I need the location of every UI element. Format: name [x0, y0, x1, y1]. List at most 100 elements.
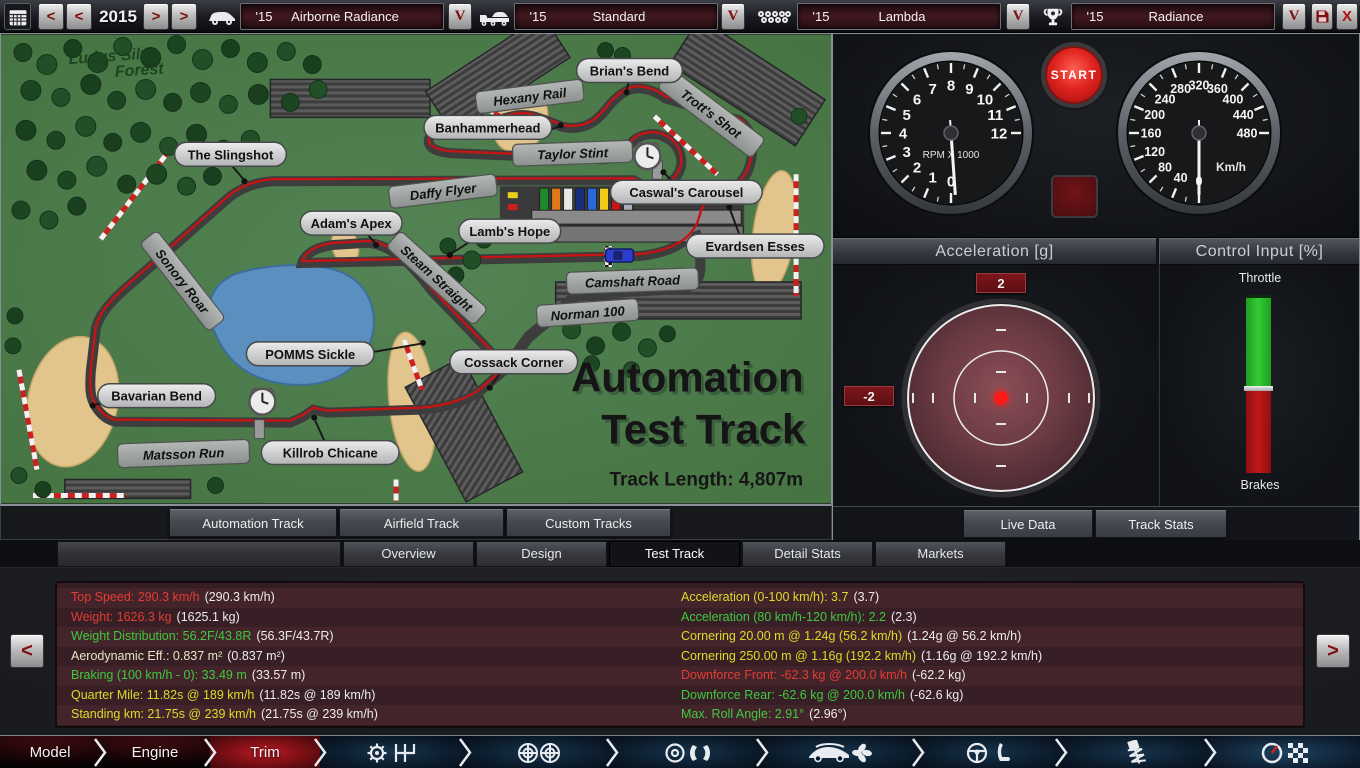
svg-text:2: 2 [913, 159, 921, 176]
engine-dropdown[interactable]: '15 Lambda [797, 3, 1001, 30]
nav-suspension[interactable] [1061, 736, 1210, 768]
stat-row: Weight: 1626.3 kg (1625.1 kg) Acceleratio… [57, 607, 1303, 627]
svg-text:440: 440 [1233, 108, 1254, 122]
stat-compare: (3.7) [853, 590, 880, 604]
chevron-separator [203, 738, 217, 767]
tab-test-track[interactable]: Test Track [609, 541, 740, 567]
nav-engine[interactable]: Engine [100, 736, 210, 768]
nav-model[interactable]: Model [0, 736, 100, 768]
stats-next-button[interactable]: > [1316, 634, 1350, 668]
year-prev-button[interactable]: < [66, 3, 92, 30]
svg-text:6: 6 [913, 91, 921, 108]
g-scale-min: -2 [844, 386, 894, 406]
nav-test-track[interactable] [1210, 736, 1360, 768]
app-window: < < 2015 > > '15 Airborne Radiance V '15… [0, 0, 1360, 768]
airfield-track-button[interactable]: Airfield Track [339, 509, 504, 537]
year-next-button[interactable]: > [143, 3, 169, 30]
save-button[interactable] [1311, 3, 1333, 30]
wheels-icon [517, 742, 560, 763]
throttle-label: Throttle [1238, 271, 1282, 285]
nav-interior[interactable] [918, 736, 1061, 768]
track-select-row: Automation Track Airfield Track Custom T… [0, 505, 832, 540]
nav-trim-label: Trim [250, 744, 280, 761]
nav-wheels[interactable] [465, 736, 612, 768]
nav-brakes[interactable] [612, 736, 762, 768]
speedometer: 04080120160200240280320360400440480 Km/h [1116, 50, 1282, 216]
automation-track-button[interactable]: Automation Track [169, 509, 337, 537]
trim-name: Standard [592, 9, 646, 24]
corner-label-lambs-hope: Lamb's Hope [458, 218, 562, 244]
stat-compare: (2.96°) [809, 707, 847, 721]
stat-compare: (21.75s @ 239 km/h) [261, 707, 378, 721]
nav-drivetrain[interactable] [320, 736, 465, 768]
year-prev-fast-button[interactable]: < [38, 3, 64, 30]
telemetry-panel: 0 1 2 3 4 5 6 7 8 9 10 11 12 RPM X 1000 START [832, 33, 1360, 540]
drivetrain-icon [367, 743, 415, 762]
tab-detail-stats[interactable]: Detail Stats [742, 541, 873, 567]
brakes-label: Brakes [1240, 478, 1280, 492]
corner-label-slingshot: The Slingshot [173, 141, 288, 167]
variant-dropdown[interactable]: '15 Radiance [1071, 3, 1275, 30]
engine-dropdown-button[interactable]: V [1006, 3, 1030, 30]
variant-name: Radiance [1148, 9, 1204, 24]
stat-compare: (290.3 km/h) [204, 590, 275, 604]
test-track-stats: < > Top Speed: 290.3 km/h (290.3 km/h) Ac… [0, 568, 1360, 735]
nav-body-aero[interactable] [762, 736, 918, 768]
stopwatch-icon [633, 142, 662, 171]
car-model-dropdown-button[interactable]: V [448, 3, 472, 30]
stat-value: Weight: 1626.3 kg [71, 609, 172, 624]
svg-text:Matsson Run: Matsson Run [143, 445, 225, 463]
dashboard: 0 1 2 3 4 5 6 7 8 9 10 11 12 RPM X 1000 START [833, 34, 1359, 238]
trim-dropdown[interactable]: '15 Standard [514, 3, 718, 30]
stat-compare: (33.57 m) [251, 668, 306, 682]
close-button[interactable]: X [1336, 3, 1358, 30]
svg-text:Banhammerhead: Banhammerhead [435, 120, 540, 135]
corner-label-brians-bend: Brian's Bend [575, 57, 684, 84]
track-stats-button[interactable]: Track Stats [1095, 510, 1227, 538]
tab-spacer [57, 541, 341, 567]
year-display: 2015 [99, 6, 137, 26]
stat-compare: (1625.1 kg) [176, 609, 240, 624]
calendar-button[interactable] [4, 3, 31, 30]
g-dot [994, 391, 1008, 405]
g-scale-max: 2 [976, 273, 1026, 293]
svg-text:Taylor Stint: Taylor Stint [537, 145, 609, 162]
tab-overview[interactable]: Overview [343, 541, 474, 567]
year-next-fast-button[interactable]: > [171, 3, 197, 30]
suspension-icon [1126, 739, 1146, 764]
main-tabs: Overview Design Test Track Detail Stats … [0, 540, 1360, 568]
svg-text:9: 9 [965, 81, 973, 98]
stat-value: Cornering 20.00 m @ 1.24g (56.2 km/h) [681, 629, 903, 643]
stat-value: Downforce Rear: -62.6 kg @ 200.0 km/h [681, 687, 905, 702]
body-aero-icon [809, 742, 872, 762]
stat-value: Acceleration (0-100 km/h): 3.7 [681, 590, 849, 604]
stat-value: Standing km: 21.75s @ 239 km/h [71, 707, 257, 721]
nav-trim[interactable]: Trim [210, 736, 320, 768]
tab-design[interactable]: Design [476, 541, 607, 567]
chevron-separator [458, 738, 472, 767]
corner-label-adams-apex: Adam's Apex [299, 210, 403, 236]
control-input-panel: Throttle Brakes [1159, 265, 1359, 506]
svg-text:Brian's Bend: Brian's Bend [590, 63, 669, 78]
live-data-button[interactable]: Live Data [963, 510, 1093, 538]
stat-compare: (56.3F/43.7R) [256, 629, 334, 643]
brake-bar [1246, 391, 1271, 473]
start-button[interactable]: START [1039, 40, 1109, 110]
svg-text:Track Length: 4,807m: Track Length: 4,807m [609, 469, 803, 490]
stat-value: Cornering 250.00 m @ 1.16g (192.2 km/h) [681, 648, 917, 663]
corner-label-banhammerhead: Banhammerhead [423, 114, 553, 141]
stopwatch-icon [248, 387, 277, 416]
trophy-icon [1038, 3, 1068, 30]
speedo-unit-label: Km/h [1216, 160, 1246, 174]
tab-markets[interactable]: Markets [875, 541, 1006, 567]
svg-text:7: 7 [928, 81, 936, 98]
stat-row: Weight Distribution: 56.2F/43.8R (56.3F/4… [57, 627, 1303, 647]
custom-tracks-button[interactable]: Custom Tracks [506, 509, 671, 537]
svg-text:Automation: Automation [571, 354, 804, 401]
corner-label-bavarian-bend: Bavarian Bend [97, 382, 217, 409]
car-model-dropdown[interactable]: '15 Airborne Radiance [240, 3, 444, 30]
nav-model-label: Model [29, 744, 71, 761]
trim-dropdown-button[interactable]: V [721, 3, 745, 30]
stats-prev-button[interactable]: < [10, 634, 44, 668]
variant-dropdown-button[interactable]: V [1282, 3, 1306, 30]
